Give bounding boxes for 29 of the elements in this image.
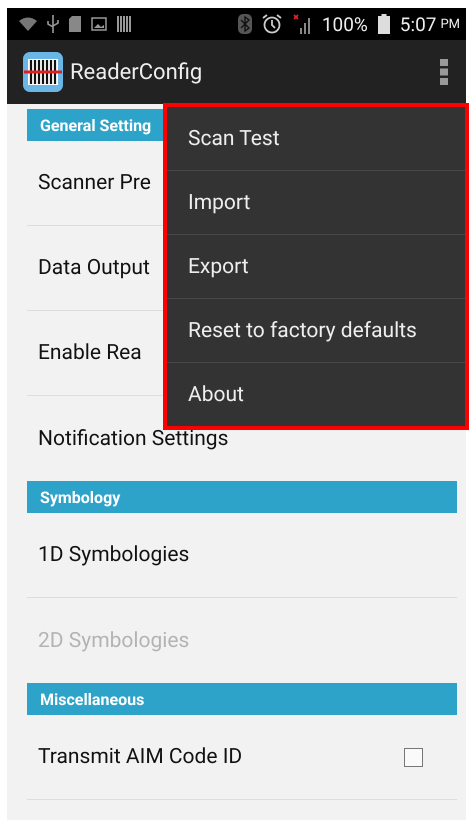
section-header: Miscellaneous: [27, 683, 457, 715]
menu-item[interactable]: Export: [167, 235, 465, 299]
menu-item[interactable]: Scan Test: [167, 107, 465, 171]
app-logo-icon: [22, 51, 64, 93]
clock-ampm: PM: [440, 16, 460, 32]
settings-item[interactable]: Enable Rea: [38, 341, 142, 365]
menu-item[interactable]: Import: [167, 171, 465, 235]
image-icon: [91, 17, 107, 31]
battery-icon: [378, 14, 390, 34]
battery-percent: 100%: [322, 12, 368, 36]
settings-item[interactable]: Scanner Pre: [38, 171, 151, 195]
clock-time: 5:07: [400, 12, 436, 36]
wifi-icon: [19, 17, 37, 31]
settings-item[interactable]: Data Output: [38, 256, 150, 280]
settings-item[interactable]: Transmit AIM Code ID: [38, 745, 242, 769]
signal-icon: [292, 14, 312, 34]
alarm-icon: [262, 14, 282, 34]
bluetooth-icon: [238, 14, 252, 34]
app-title: ReaderConfig: [70, 60, 204, 84]
section-header: Symbology: [27, 481, 457, 513]
menu-item[interactable]: Reset to factory defaults: [167, 299, 465, 363]
overflow-menu-icon: [440, 59, 448, 85]
settings-item[interactable]: Notification Settings: [38, 426, 228, 450]
usb-icon: [47, 15, 59, 33]
sd-card-icon: [69, 16, 81, 32]
barcode-icon: [117, 16, 133, 32]
menu-item[interactable]: About: [167, 363, 465, 426]
checkbox[interactable]: [404, 748, 423, 766]
settings-item[interactable]: 1D Symbologies: [38, 543, 190, 567]
